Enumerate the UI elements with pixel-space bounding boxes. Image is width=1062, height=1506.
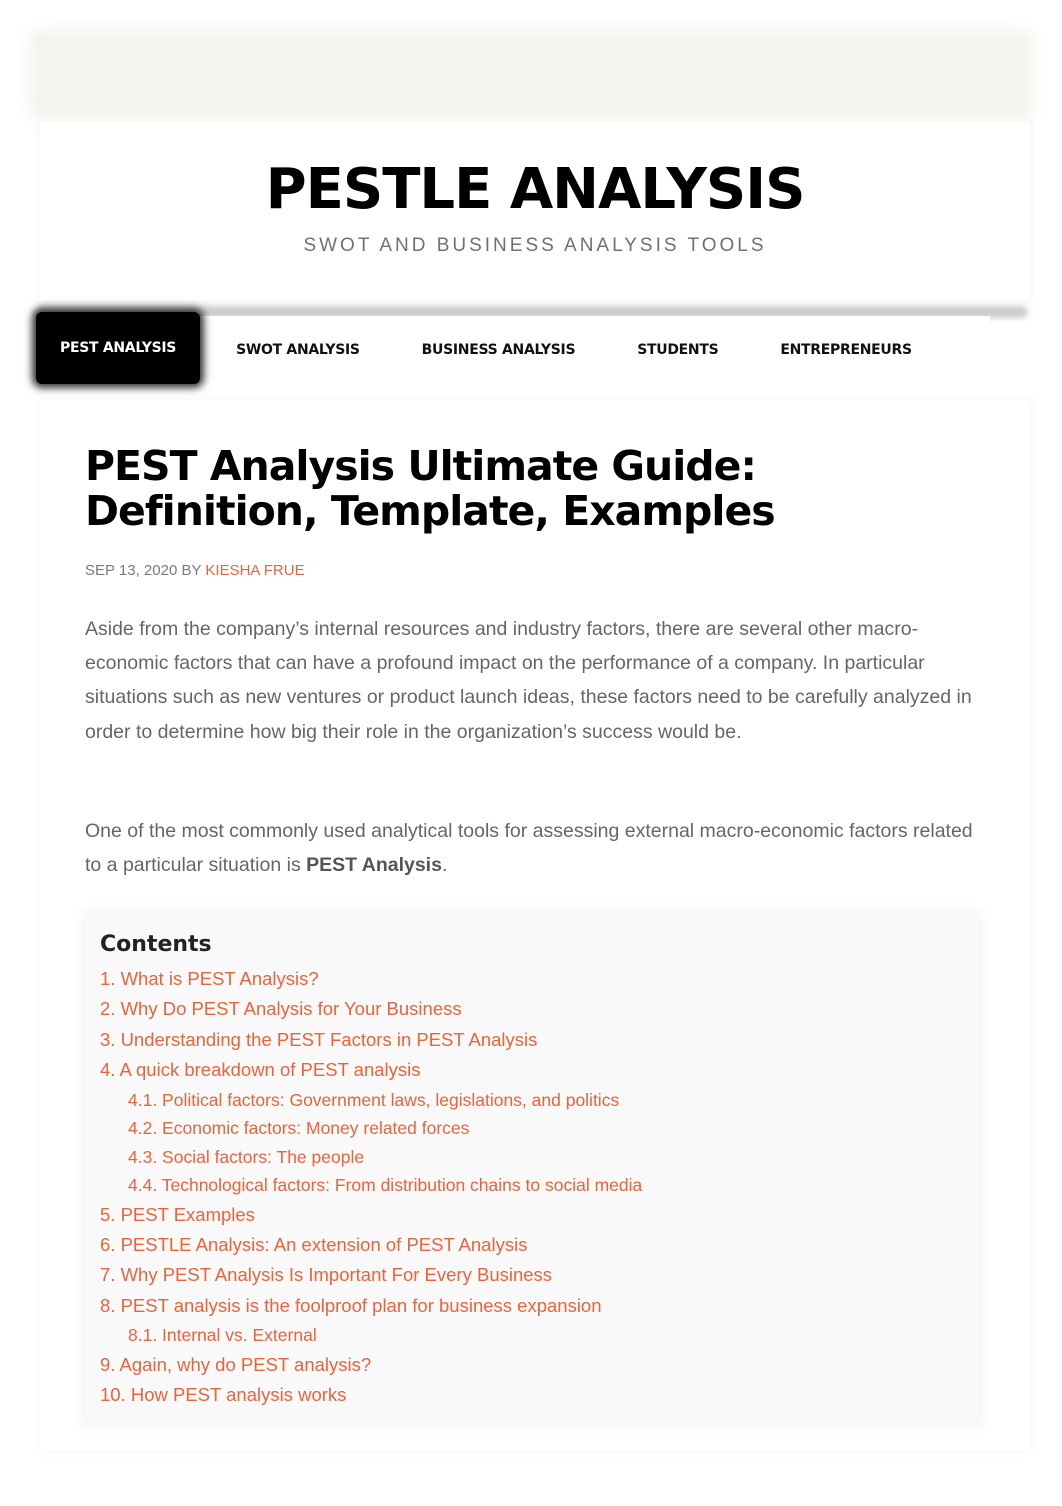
toc-item: 4. A quick breakdown of PEST analysis: [100, 1055, 642, 1085]
site-title-link[interactable]: PESTLE ANALYSIS: [40, 158, 1030, 222]
top-banner-placeholder: [36, 36, 1026, 114]
second-paragraph: One of the most commonly used analytical…: [85, 814, 985, 882]
toc-sublink[interactable]: 4.3. Social factors: The people: [100, 1143, 642, 1172]
toc-subitem: 4.2. Economic factors: Money related for…: [100, 1114, 642, 1143]
toc-link[interactable]: 10. How PEST analysis works: [100, 1380, 642, 1410]
toc-link[interactable]: 4. A quick breakdown of PEST analysis: [100, 1055, 642, 1085]
toc-subitem: 4.4. Technological factors: From distrib…: [100, 1171, 642, 1200]
toc-title: Contents: [100, 932, 212, 957]
site-tagline: SWOT AND BUSINESS ANALYSIS TOOLS: [303, 235, 767, 256]
nav-item-entrepreneurs[interactable]: ENTREPRENEURS: [748, 316, 941, 384]
toc-link[interactable]: 8. PEST analysis is the foolproof plan f…: [100, 1291, 642, 1321]
toc-subitem: 4.3. Social factors: The people: [100, 1143, 642, 1172]
toc-link[interactable]: 5. PEST Examples: [100, 1200, 642, 1230]
second-paragraph-text: One of the most commonly used analytical…: [85, 820, 973, 877]
toc-link[interactable]: 6. PESTLE Analysis: An extension of PEST…: [100, 1230, 642, 1260]
post-by-label: BY: [181, 562, 202, 579]
toc-link[interactable]: 7. Why PEST Analysis Is Important For Ev…: [100, 1260, 642, 1290]
toc-item: 1. What is PEST Analysis?: [100, 964, 642, 994]
toc-link[interactable]: 3. Understanding the PEST Factors in PES…: [100, 1025, 642, 1055]
toc-link[interactable]: 1. What is PEST Analysis?: [100, 964, 642, 994]
post-date: SEP 13, 2020: [85, 562, 178, 579]
article-meta: SEP 13, 2020 BY KIESHA FRUE: [85, 562, 305, 580]
site-header: PESTLE ANALYSIS SWOT AND BUSINESS ANALYS…: [40, 122, 1030, 300]
toc-link[interactable]: 2. Why Do PEST Analysis for Your Busines…: [100, 994, 642, 1024]
toc-item: 7. Why PEST Analysis Is Important For Ev…: [100, 1260, 642, 1290]
toc-sublink[interactable]: 4.1. Political factors: Government laws,…: [100, 1086, 642, 1115]
toc-sublink[interactable]: 8.1. Internal vs. External: [100, 1321, 642, 1350]
main-navigation: PEST ANALYSIS SWOT ANALYSIS BUSINESS ANA…: [36, 312, 990, 384]
toc-item: 3. Understanding the PEST Factors in PES…: [100, 1025, 642, 1055]
toc-item: 2. Why Do PEST Analysis for Your Busines…: [100, 994, 642, 1024]
toc-sublink[interactable]: 4.4. Technological factors: From distrib…: [100, 1171, 642, 1200]
nav-item-pest-analysis[interactable]: PEST ANALYSIS: [36, 312, 201, 384]
article-title: PEST Analysis Ultimate Guide: Definition…: [85, 442, 776, 535]
page: PESTLE ANALYSIS SWOT AND BUSINESS ANALYS…: [0, 0, 1062, 1506]
author-link[interactable]: KIESHA FRUE: [205, 562, 304, 579]
nav-item-business-analysis[interactable]: BUSINESS ANALYSIS: [390, 316, 606, 384]
nav-item-swot-analysis[interactable]: SWOT ANALYSIS: [204, 316, 390, 384]
toc-item: 5. PEST Examples: [100, 1200, 642, 1230]
toc-subitem: 8.1. Internal vs. External: [100, 1321, 642, 1350]
second-paragraph-end: .: [441, 854, 448, 877]
toc-sublink[interactable]: 4.2. Economic factors: Money related for…: [100, 1114, 642, 1143]
article-content: PEST Analysis Ultimate Guide: Definition…: [40, 400, 1030, 1450]
toc-subitem: 4.1. Political factors: Government laws,…: [100, 1086, 642, 1115]
nav-item-students[interactable]: STUDENTS: [605, 316, 748, 384]
toc-item: 9. Again, why do PEST analysis?: [100, 1350, 642, 1380]
toc-link[interactable]: 9. Again, why do PEST analysis?: [100, 1350, 642, 1380]
toc-item: 8. PEST analysis is the foolproof plan f…: [100, 1291, 642, 1321]
toc-item: 10. How PEST analysis works: [100, 1380, 642, 1410]
intro-paragraph: Aside from the company’s internal resour…: [85, 618, 972, 743]
toc-list: 1. What is PEST Analysis? 2. Why Do PEST…: [100, 964, 642, 1410]
toc-item: 6. PESTLE Analysis: An extension of PEST…: [100, 1230, 642, 1260]
table-of-contents: Contents 1. What is PEST Analysis? 2. Wh…: [84, 912, 980, 1426]
pest-analysis-bold: PEST Analysis: [306, 854, 442, 877]
